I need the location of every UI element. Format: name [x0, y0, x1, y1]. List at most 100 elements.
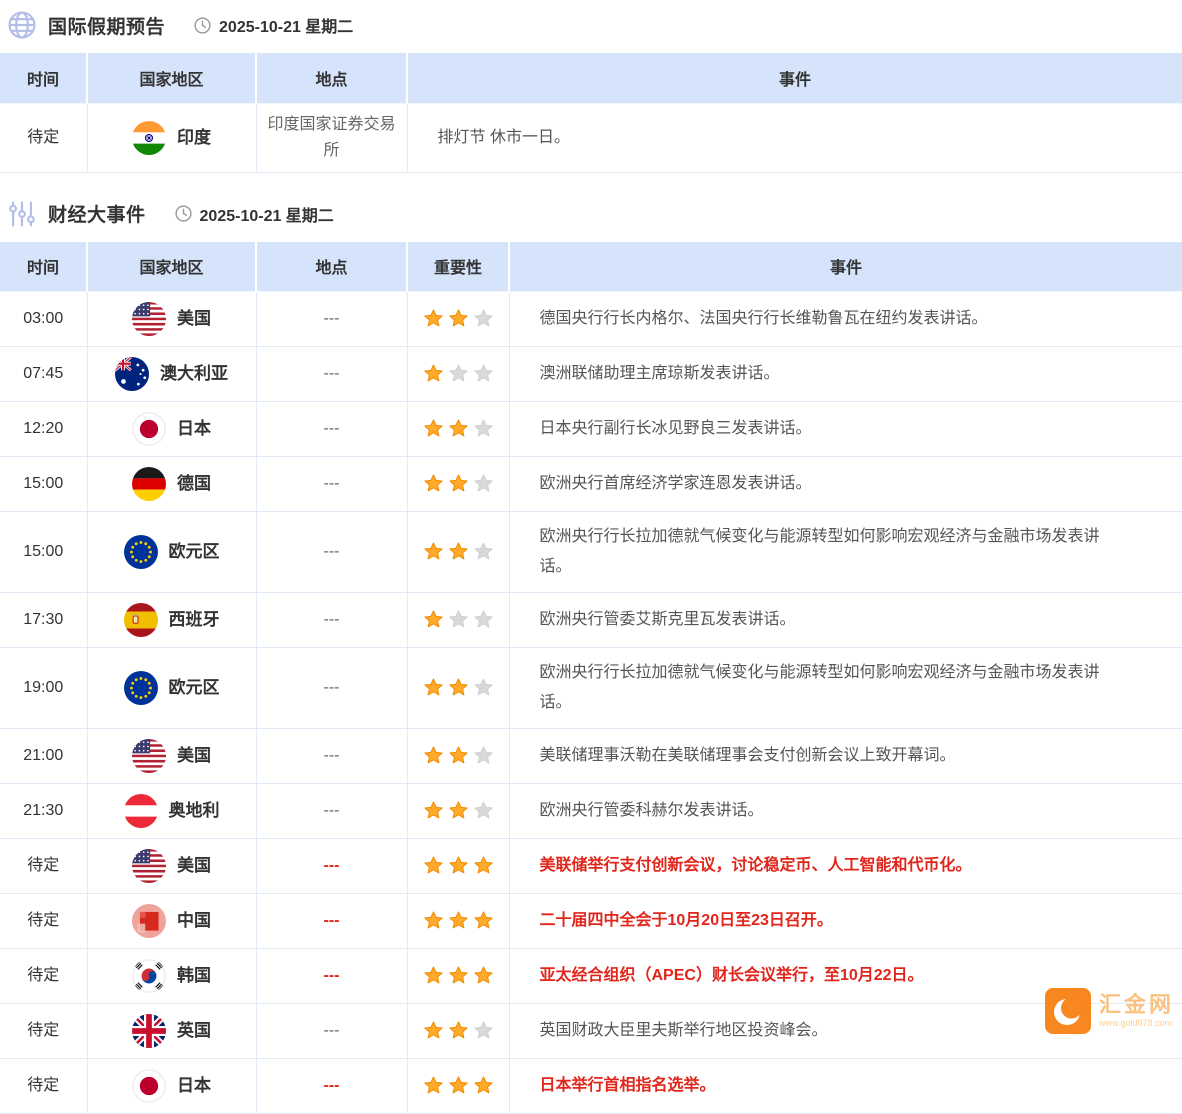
flag-at-icon [124, 794, 158, 828]
country-label: 西班牙 [169, 605, 220, 635]
table-row: 21:30奥地利---欧洲央行管委科赫尔发表讲话。 [0, 784, 1182, 839]
star-filled-icon [423, 473, 444, 494]
time-cell: 15:00 [0, 512, 87, 593]
country-label: 欧元区 [169, 537, 220, 567]
importance-cell [407, 1004, 509, 1059]
location-cell: --- [256, 512, 407, 593]
table-row: 待定美国---美联储举行支付创新会议，讨论稳定币、人工智能和代币化。 [0, 839, 1182, 894]
star-empty-icon [473, 363, 494, 384]
country-label: 奥地利 [169, 796, 220, 826]
country-label: 德国 [177, 469, 211, 499]
star-filled-icon [473, 965, 494, 986]
flag-gb-icon [132, 1014, 166, 1048]
star-filled-icon [423, 541, 444, 562]
table-row: 17:30 西班牙---欧洲央行管委艾斯克里瓦发表讲话。 [0, 593, 1182, 648]
flag-kr-icon [132, 959, 166, 993]
section-title: 财经大事件 [48, 200, 146, 227]
column-header: 事件 [509, 242, 1182, 292]
star-filled-icon [448, 855, 469, 876]
column-header: 国家地区 [87, 53, 256, 103]
brand-name: 汇金网 [1099, 993, 1174, 1016]
star-filled-icon [423, 965, 444, 986]
importance-cell [407, 512, 509, 593]
importance-cell [407, 593, 509, 648]
holiday-section: 国际假期预告 2025-10-21 星期二 时间国家地区地点事件待定 印度印度国… [0, 0, 1182, 173]
flag-es-icon [124, 603, 158, 637]
flag-us-icon [132, 302, 166, 336]
time-cell: 待定 [0, 949, 87, 1004]
star-filled-icon [423, 1075, 444, 1096]
flag-us-icon [132, 849, 166, 883]
column-header: 国家地区 [87, 242, 256, 292]
star-filled-icon [423, 677, 444, 698]
country-cell: 韩国 [87, 949, 256, 1004]
star-filled-icon [423, 418, 444, 439]
section-date: 2025-10-21 星期二 [200, 202, 334, 226]
events-table: 时间国家地区地点重要性事件03:00美国---德国央行行长内格尔、法国央行行长维… [0, 242, 1182, 1114]
star-empty-icon [473, 473, 494, 494]
time-cell: 21:30 [0, 784, 87, 839]
event-cell: 欧洲央行管委艾斯克里瓦发表讲话。 [509, 593, 1182, 648]
time-cell: 03:00 [0, 292, 87, 347]
table-row: 07:45 澳大利亚--- 澳洲联储助理主席琼斯发表讲话。 [0, 347, 1182, 402]
watermark: 汇金网 www.gold678.com [1045, 988, 1174, 1034]
time-cell: 待定 [0, 103, 87, 172]
star-filled-icon [423, 1020, 444, 1041]
location-cell: --- [256, 648, 407, 729]
column-header: 时间 [0, 53, 87, 103]
star-filled-icon [448, 910, 469, 931]
country-label: 韩国 [177, 961, 211, 991]
location-cell: --- [256, 347, 407, 402]
clock-icon [174, 204, 193, 223]
country-cell: 中国 [87, 894, 256, 949]
star-filled-icon [423, 800, 444, 821]
table-row: 03:00美国---德国央行行长内格尔、法国央行行长维勒鲁瓦在纽约发表讲话。 [0, 292, 1182, 347]
country-label: 日本 [177, 414, 211, 444]
location-cell: --- [256, 457, 407, 512]
country-cell: 澳大利亚 [87, 347, 256, 402]
country-cell: 德国 [87, 457, 256, 512]
star-empty-icon [473, 541, 494, 562]
star-empty-icon [473, 677, 494, 698]
star-filled-icon [448, 308, 469, 329]
time-cell: 待定 [0, 1059, 87, 1114]
importance-cell [407, 784, 509, 839]
table-row: 15:00欧元区---欧洲央行行长拉加德就气候变化与能源转型如何影响宏观经济与金… [0, 512, 1182, 593]
star-filled-icon [423, 855, 444, 876]
importance-cell [407, 729, 509, 784]
column-header: 重要性 [407, 242, 509, 292]
star-filled-icon [423, 745, 444, 766]
location-cell: --- [256, 1059, 407, 1114]
event-cell: 排灯节 休市一日。 [407, 103, 1182, 172]
flag-au-icon [115, 357, 149, 391]
section-title: 国际假期预告 [48, 12, 165, 39]
star-filled-icon [448, 677, 469, 698]
brand-logo-icon [1045, 988, 1091, 1034]
column-header: 事件 [407, 53, 1182, 103]
country-cell: 日本 [87, 1059, 256, 1114]
star-filled-icon [473, 1075, 494, 1096]
time-cell: 07:45 [0, 347, 87, 402]
importance-cell [407, 457, 509, 512]
flag-jp-icon [132, 412, 166, 446]
table-row: 19:00欧元区---欧洲央行行长拉加德就气候变化与能源转型如何影响宏观经济与金… [0, 648, 1182, 729]
time-cell: 待定 [0, 1004, 87, 1059]
location-cell: --- [256, 402, 407, 457]
section-date: 2025-10-21 星期二 [219, 13, 353, 37]
star-filled-icon [448, 418, 469, 439]
time-cell: 19:00 [0, 648, 87, 729]
location-cell: --- [256, 894, 407, 949]
flag-jp-icon [132, 1069, 166, 1103]
country-label: 中国 [177, 906, 211, 936]
star-filled-icon [448, 965, 469, 986]
star-filled-icon [423, 308, 444, 329]
time-cell: 17:30 [0, 593, 87, 648]
globe-icon [6, 9, 38, 41]
flag-cn-icon [132, 904, 166, 938]
star-empty-icon [473, 745, 494, 766]
star-filled-icon [423, 609, 444, 630]
table-row: 待定 韩国---亚太经合组织（APEC）财长会议举行，至10月22日。 [0, 949, 1182, 1004]
star-empty-icon [473, 1020, 494, 1041]
time-cell: 21:00 [0, 729, 87, 784]
event-cell: 澳洲联储助理主席琼斯发表讲话。 [509, 347, 1182, 402]
